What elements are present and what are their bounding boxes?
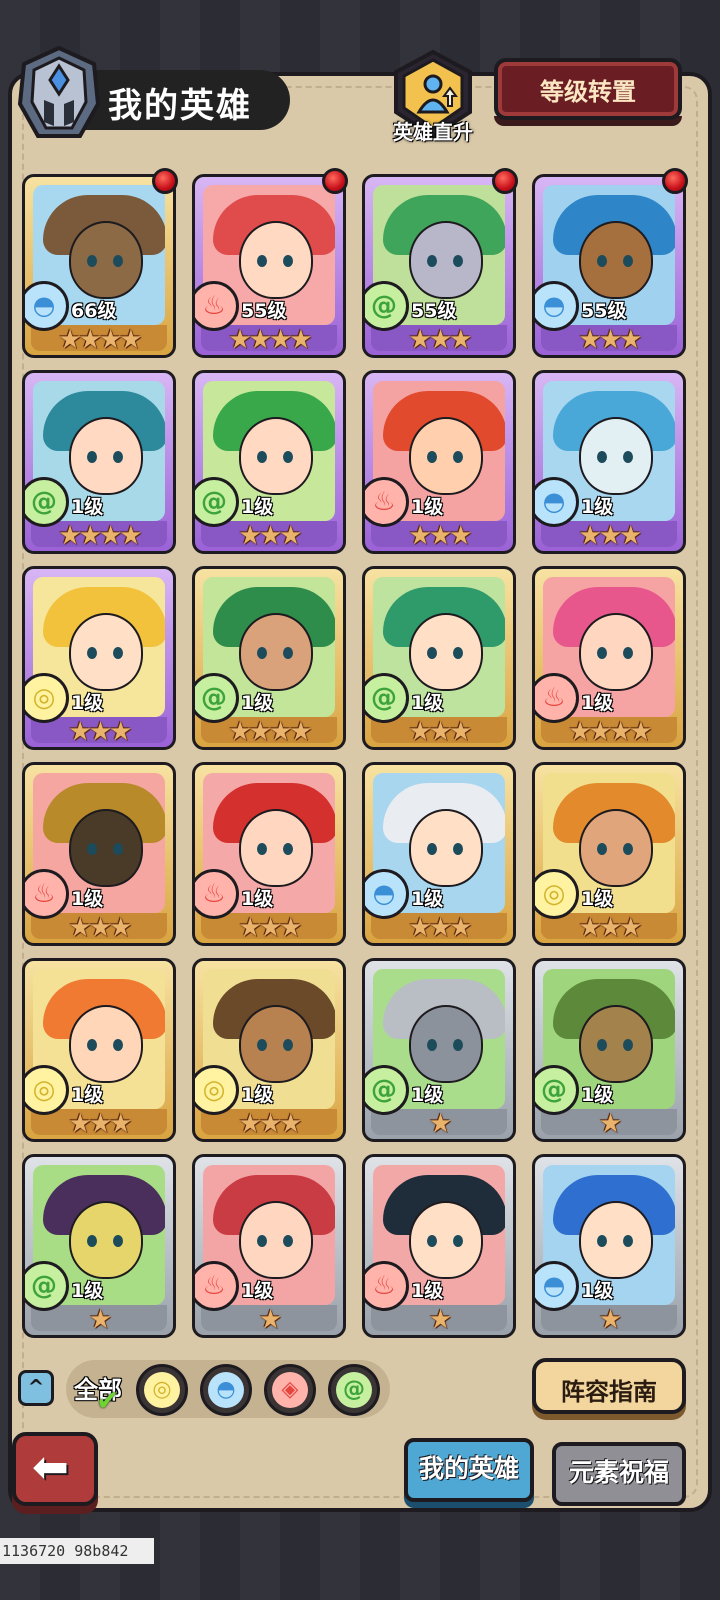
hero-level: 1级: [71, 1280, 104, 1302]
fire-element-icon: ◈: [272, 1372, 308, 1408]
rank-transfer-label: 等级转置: [540, 78, 636, 106]
notification-dot: [322, 168, 348, 194]
hero-level: 1级: [581, 496, 614, 518]
hero-stars: ★★★★: [58, 325, 142, 355]
notification-dot: [662, 168, 688, 194]
hero-stars: ★★★★: [568, 717, 652, 747]
hero-level: 1级: [71, 496, 104, 518]
hero-stars: ★★★: [68, 913, 133, 943]
hero-level: 1级: [71, 888, 104, 910]
hero-card[interactable]: ★ 1级 @: [362, 958, 516, 1142]
filter-earth-button[interactable]: ◎: [136, 1364, 188, 1416]
hero-card[interactable]: ★★★★ 1级 @: [22, 370, 176, 554]
hero-level: 1级: [71, 1084, 104, 1106]
hero-stars: ★: [428, 1109, 452, 1139]
hero-level: 55级: [411, 300, 457, 322]
hero-stars: ★★★: [238, 1109, 303, 1139]
hero-level: 1级: [411, 1084, 444, 1106]
page-title: 我的英雄: [108, 86, 252, 126]
hero-stars: ★★★: [408, 717, 473, 747]
hero-card[interactable]: ★ 1级 ♨: [192, 1154, 346, 1338]
hero-level: 1级: [581, 1280, 614, 1302]
notification-dot: [492, 168, 518, 194]
hero-stars: ★★★★: [58, 521, 142, 551]
notification-dot: [152, 168, 178, 194]
hero-stars: ★★★: [408, 521, 473, 551]
hero-stars: ★: [598, 1109, 622, 1139]
earth-element-icon: ◎: [144, 1372, 180, 1408]
hero-card[interactable]: ★★★★ 55级 ♨: [192, 174, 346, 358]
hero-card[interactable]: ★★★ 1级 ◎: [22, 566, 176, 750]
tab-my-heroes[interactable]: 我的英雄: [404, 1438, 534, 1502]
hero-level: 1级: [241, 496, 274, 518]
hero-card[interactable]: ★★★ 1级 ♨: [362, 370, 516, 554]
filter-wind-button[interactable]: @: [328, 1364, 380, 1416]
hero-level: 1级: [581, 888, 614, 910]
back-arrow-icon: ⬅: [32, 1442, 69, 1493]
debug-overlay-text: 1136720 98b842: [0, 1538, 154, 1564]
back-button[interactable]: ⬅: [12, 1432, 98, 1506]
wind-element-icon: @: [336, 1372, 372, 1408]
hero-level: 1级: [241, 1084, 274, 1106]
hero-card[interactable]: ★★★ 1级 @: [192, 370, 346, 554]
hero-stars: ★: [258, 1305, 282, 1335]
hero-stars: ★★★: [578, 913, 643, 943]
hero-promote-label[interactable]: 英雄直升: [383, 116, 483, 145]
hero-stars: ★★★: [578, 521, 643, 551]
hero-stars: ★★★: [238, 913, 303, 943]
collapse-button[interactable]: ^: [18, 1370, 54, 1406]
hero-stars: ★★★: [238, 521, 303, 551]
hero-level: 1级: [411, 692, 444, 714]
hero-card[interactable]: ★★★ 55级 @: [362, 174, 516, 358]
hero-stars: ★: [428, 1305, 452, 1335]
hero-level: 1级: [411, 888, 444, 910]
hero-stars: ★: [598, 1305, 622, 1335]
filter-water-button[interactable]: ◓: [200, 1364, 252, 1416]
hero-card[interactable]: ★★★ 1级 @: [362, 566, 516, 750]
hero-card[interactable]: ★★★ 1级 ◓: [532, 370, 686, 554]
helmet-icon: [17, 45, 101, 138]
hero-level: 1级: [241, 1280, 274, 1302]
hero-card[interactable]: ★★★ 1级 ◎: [532, 762, 686, 946]
hero-card[interactable]: ★ 1级 ◓: [532, 1154, 686, 1338]
rank-transfer-button[interactable]: 等级转置: [494, 58, 682, 120]
hero-card[interactable]: ★★★ 1级 ◎: [22, 958, 176, 1142]
hero-level: 1级: [411, 496, 444, 518]
hero-level: 55级: [581, 300, 627, 322]
hero-level: 1级: [581, 692, 614, 714]
hero-card[interactable]: ★★★★ 66级 ◓: [22, 174, 176, 358]
hero-level: 1级: [71, 692, 104, 714]
lineup-guide-label: 阵容指南: [561, 1378, 657, 1406]
hero-card[interactable]: ★★★ 1级 ◎: [192, 958, 346, 1142]
water-element-icon: ◓: [208, 1372, 244, 1408]
hero-card[interactable]: ★★★ 1级 ♨: [22, 762, 176, 946]
hero-level: 66级: [71, 300, 117, 322]
hero-stars: ★★★: [68, 1109, 133, 1139]
hero-level: 1级: [581, 1084, 614, 1106]
hero-stars: ★★★★: [228, 325, 312, 355]
hero-level: 1级: [241, 692, 274, 714]
hero-card[interactable]: ★★★ 55级 ◓: [532, 174, 686, 358]
hero-card[interactable]: ★★★ 1级 ♨: [192, 762, 346, 946]
hero-stars: ★★★: [408, 325, 473, 355]
filter-fire-button[interactable]: ◈: [264, 1364, 316, 1416]
hero-stars: ★★★: [68, 717, 133, 747]
hero-stars: ★★★: [408, 913, 473, 943]
lineup-guide-button[interactable]: 阵容指南: [532, 1358, 686, 1414]
hero-card[interactable]: ★★★★ 1级 ♨: [532, 566, 686, 750]
hero-card[interactable]: ★★★ 1级 ◓: [362, 762, 516, 946]
hero-level: 55级: [241, 300, 287, 322]
hero-stars: ★★★★: [228, 717, 312, 747]
hero-card[interactable]: ★ 1级 ♨: [362, 1154, 516, 1338]
check-icon: ✔: [96, 1384, 120, 1417]
hero-stars: ★: [88, 1305, 112, 1335]
hero-level: 1级: [241, 888, 274, 910]
hero-card[interactable]: ★ 1级 @: [532, 958, 686, 1142]
hero-stars: ★★★: [578, 325, 643, 355]
tab-element-blessing[interactable]: 元素祝福: [552, 1442, 686, 1506]
hero-card[interactable]: ★ 1级 @: [22, 1154, 176, 1338]
hero-level: 1级: [411, 1280, 444, 1302]
hero-card[interactable]: ★★★★ 1级 @: [192, 566, 346, 750]
